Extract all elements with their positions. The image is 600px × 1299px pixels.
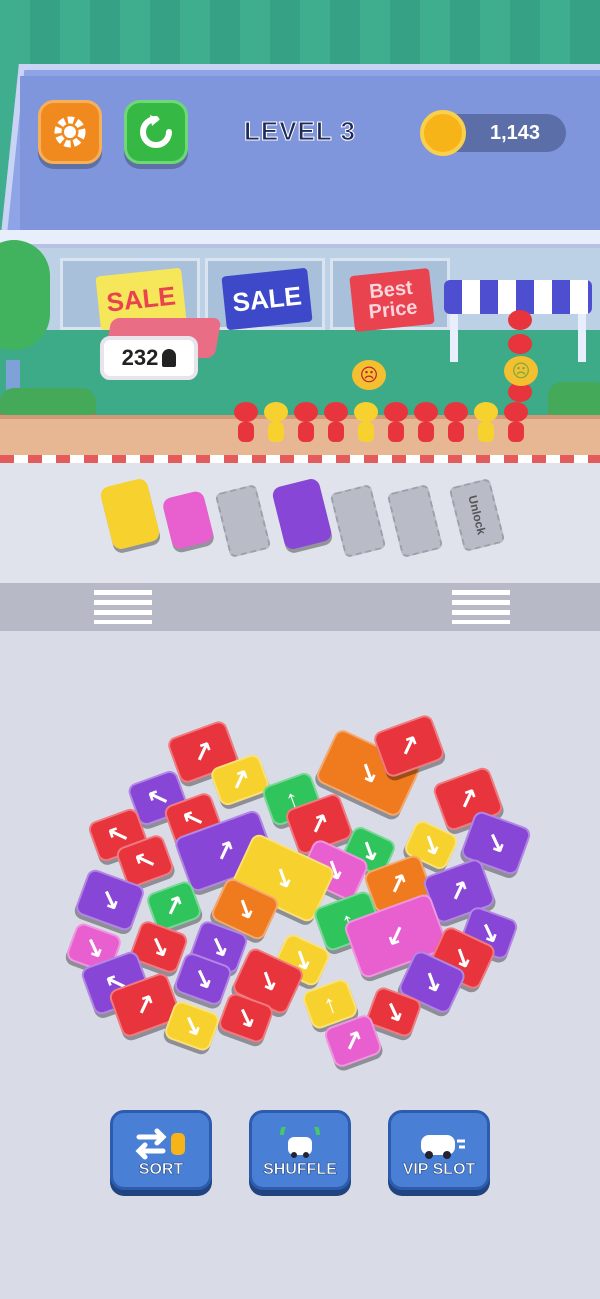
- car-arrow-icon: ↘: [266, 859, 300, 897]
- car-arrow-icon: ↘: [378, 994, 410, 1030]
- queue-person: [234, 402, 258, 442]
- shuffle-label: SHUFFLE: [263, 1161, 337, 1179]
- car-arrow-icon: ↗: [393, 728, 425, 764]
- settings-button[interactable]: [38, 100, 102, 164]
- unlock-label: Unlock: [465, 493, 489, 537]
- car-arrow-icon: ↗: [224, 762, 256, 798]
- car-arrow-icon: ↗: [337, 1023, 369, 1059]
- vip-slot-button[interactable]: VIP SLOT: [388, 1110, 490, 1190]
- car-arrow-icon: ↑: [318, 987, 342, 1021]
- car-arrow-icon: ↘: [415, 963, 449, 1001]
- angry-face-icon: ☹: [352, 360, 386, 390]
- car-arrow-icon: ↘: [143, 929, 175, 965]
- car-arrow-icon: ↗: [158, 888, 190, 924]
- queue-person: [264, 402, 288, 442]
- crosswalk-stripes: [452, 590, 510, 624]
- roof-edge: [0, 230, 600, 248]
- car-arrow-icon: ↘: [414, 826, 448, 864]
- car-arrow-icon: ↘: [351, 754, 385, 792]
- level-title: LEVEL 3: [243, 116, 356, 147]
- car-arrow-icon: ↘: [94, 882, 126, 918]
- vip-slot-label: VIP SLOT: [402, 1161, 476, 1179]
- gear-icon: [54, 116, 86, 148]
- car-arrow-icon: ↘: [176, 1008, 208, 1044]
- car-arrow-icon: ↗: [303, 806, 335, 842]
- sort-label: SORT: [138, 1161, 184, 1179]
- game-screen: SALE SALE Best Price 232 ☹ ☹ Unlock ↗ ↗ ↘ ↗…: [0, 0, 600, 1299]
- sort-button[interactable]: SORT: [110, 1110, 212, 1190]
- coin-amount: 1,143: [489, 122, 541, 144]
- awning-pole: [450, 314, 458, 362]
- vip-car-icon: [421, 1135, 465, 1159]
- car-arrow-icon: ↘: [251, 962, 285, 1000]
- crosswalk-stripes: [94, 590, 152, 624]
- person-icon: [162, 349, 177, 367]
- restart-icon: [140, 115, 172, 148]
- awning-pole: [578, 314, 586, 362]
- shop-awning: [444, 280, 592, 314]
- queue-counter: 232: [100, 336, 198, 380]
- queue-person: [474, 402, 498, 442]
- sale-sign: SALE: [221, 267, 313, 331]
- car-arrow-icon: ↗: [452, 781, 484, 817]
- queue-person: [444, 402, 468, 442]
- sad-face-icon: ☹: [504, 356, 538, 386]
- roof-surface: [20, 76, 600, 236]
- coin-car-icon: [420, 110, 466, 156]
- tree: [0, 240, 50, 350]
- car-arrow-icon: ↘: [480, 825, 512, 861]
- car-arrow-icon: ↗: [187, 734, 219, 770]
- car-arrow-icon: ↗: [209, 833, 241, 869]
- queue-count: 232: [121, 345, 159, 370]
- shuffle-icon: [280, 1127, 320, 1158]
- queue-person: [508, 382, 532, 422]
- sort-icon: [135, 1128, 185, 1160]
- queue-person: [384, 402, 408, 442]
- car-arrow-icon: ↗: [443, 873, 475, 909]
- car-arrow-icon: ↘: [230, 1000, 262, 1036]
- queue-person: [324, 402, 348, 442]
- queue-person: [354, 402, 378, 442]
- car-arrow-icon: ↖: [129, 843, 161, 879]
- car-arrow-icon: ↙: [380, 918, 412, 954]
- car-arrow-icon: ↗: [382, 866, 414, 902]
- car-arrow-icon: ↘: [78, 930, 110, 966]
- curb: [0, 455, 600, 463]
- car-arrow-icon: ↘: [187, 961, 219, 997]
- shuffle-button[interactable]: SHUFFLE: [249, 1110, 351, 1190]
- queue-person: [294, 402, 318, 442]
- car-arrow-icon: ↘: [228, 890, 262, 928]
- car-arrow-icon: ↗: [129, 987, 161, 1023]
- crosswalk-lane: [0, 583, 600, 631]
- restart-button[interactable]: [124, 100, 188, 164]
- queue-person: [414, 402, 438, 442]
- best-price-sign: Best Price: [349, 267, 435, 333]
